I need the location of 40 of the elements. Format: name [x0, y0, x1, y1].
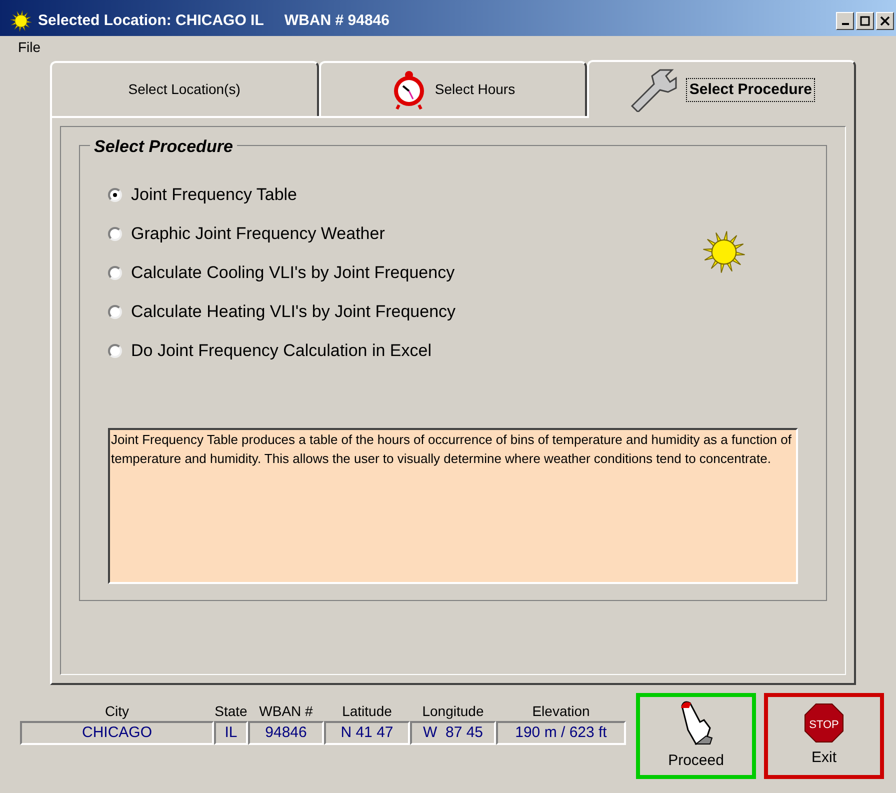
field-label: Latitude — [342, 702, 392, 721]
field-label: Longitude — [422, 702, 484, 721]
field-label: State — [214, 702, 248, 721]
minimize-button[interactable] — [836, 12, 854, 30]
radio-button[interactable] — [108, 305, 122, 319]
field-value: W 87 45 — [410, 721, 496, 745]
window-title: Selected Location: CHICAGO IL WBAN # 94846 — [38, 10, 390, 31]
exit-button[interactable]: STOP Exit — [764, 693, 884, 779]
radio-button[interactable] — [108, 344, 122, 358]
field-value: 94846 — [248, 721, 324, 745]
tab[interactable]: Select Procedure — [587, 60, 856, 118]
proceed-button[interactable]: Proceed — [636, 693, 756, 779]
description-box: Joint Frequency Table produces a table of the hours of occurrence of bins of temperature and humidity as a function of temperature and humidity. This allows the user to visually determine where weather conditions tend to concentrate. — [108, 428, 798, 584]
field-value: IL — [214, 721, 248, 745]
field-value: 190 m / 623 ft — [496, 721, 626, 745]
radio-option[interactable]: Calculate Cooling VLI's by Joint Frequency — [108, 262, 702, 284]
field-value: N 41 47 — [324, 721, 410, 745]
radio-option[interactable]: Graphic Joint Frequency Weather — [108, 223, 702, 245]
minimize-icon — [842, 23, 848, 25]
radio-option[interactable]: Calculate Heating VLI's by Joint Frequency — [108, 301, 702, 323]
radio-button[interactable] — [108, 227, 122, 241]
radio-button[interactable] — [108, 266, 122, 280]
field-value: CHICAGO — [20, 721, 214, 745]
menu-item[interactable]: File — [18, 36, 41, 58]
wrench-icon — [628, 68, 678, 112]
tab[interactable]: Select Location(s) — [50, 61, 319, 116]
app-sun-icon — [10, 10, 32, 32]
tab[interactable]: Select Hours — [318, 61, 588, 116]
close-button[interactable] — [876, 12, 894, 30]
field-label: WBAN # — [259, 702, 313, 721]
radio-button[interactable] — [108, 188, 122, 202]
sun-icon — [702, 230, 746, 274]
maximize-icon — [860, 16, 870, 26]
field-label: City — [104, 702, 130, 721]
stop-sign-text: STOP — [809, 718, 839, 731]
maximize-button[interactable] — [856, 12, 874, 30]
close-icon — [880, 16, 890, 26]
radio-option[interactable]: Joint Frequency Table — [108, 184, 702, 206]
radio-option[interactable]: Do Joint Frequency Calculation in Excel — [108, 340, 702, 362]
field-label: Elevation — [532, 702, 590, 721]
